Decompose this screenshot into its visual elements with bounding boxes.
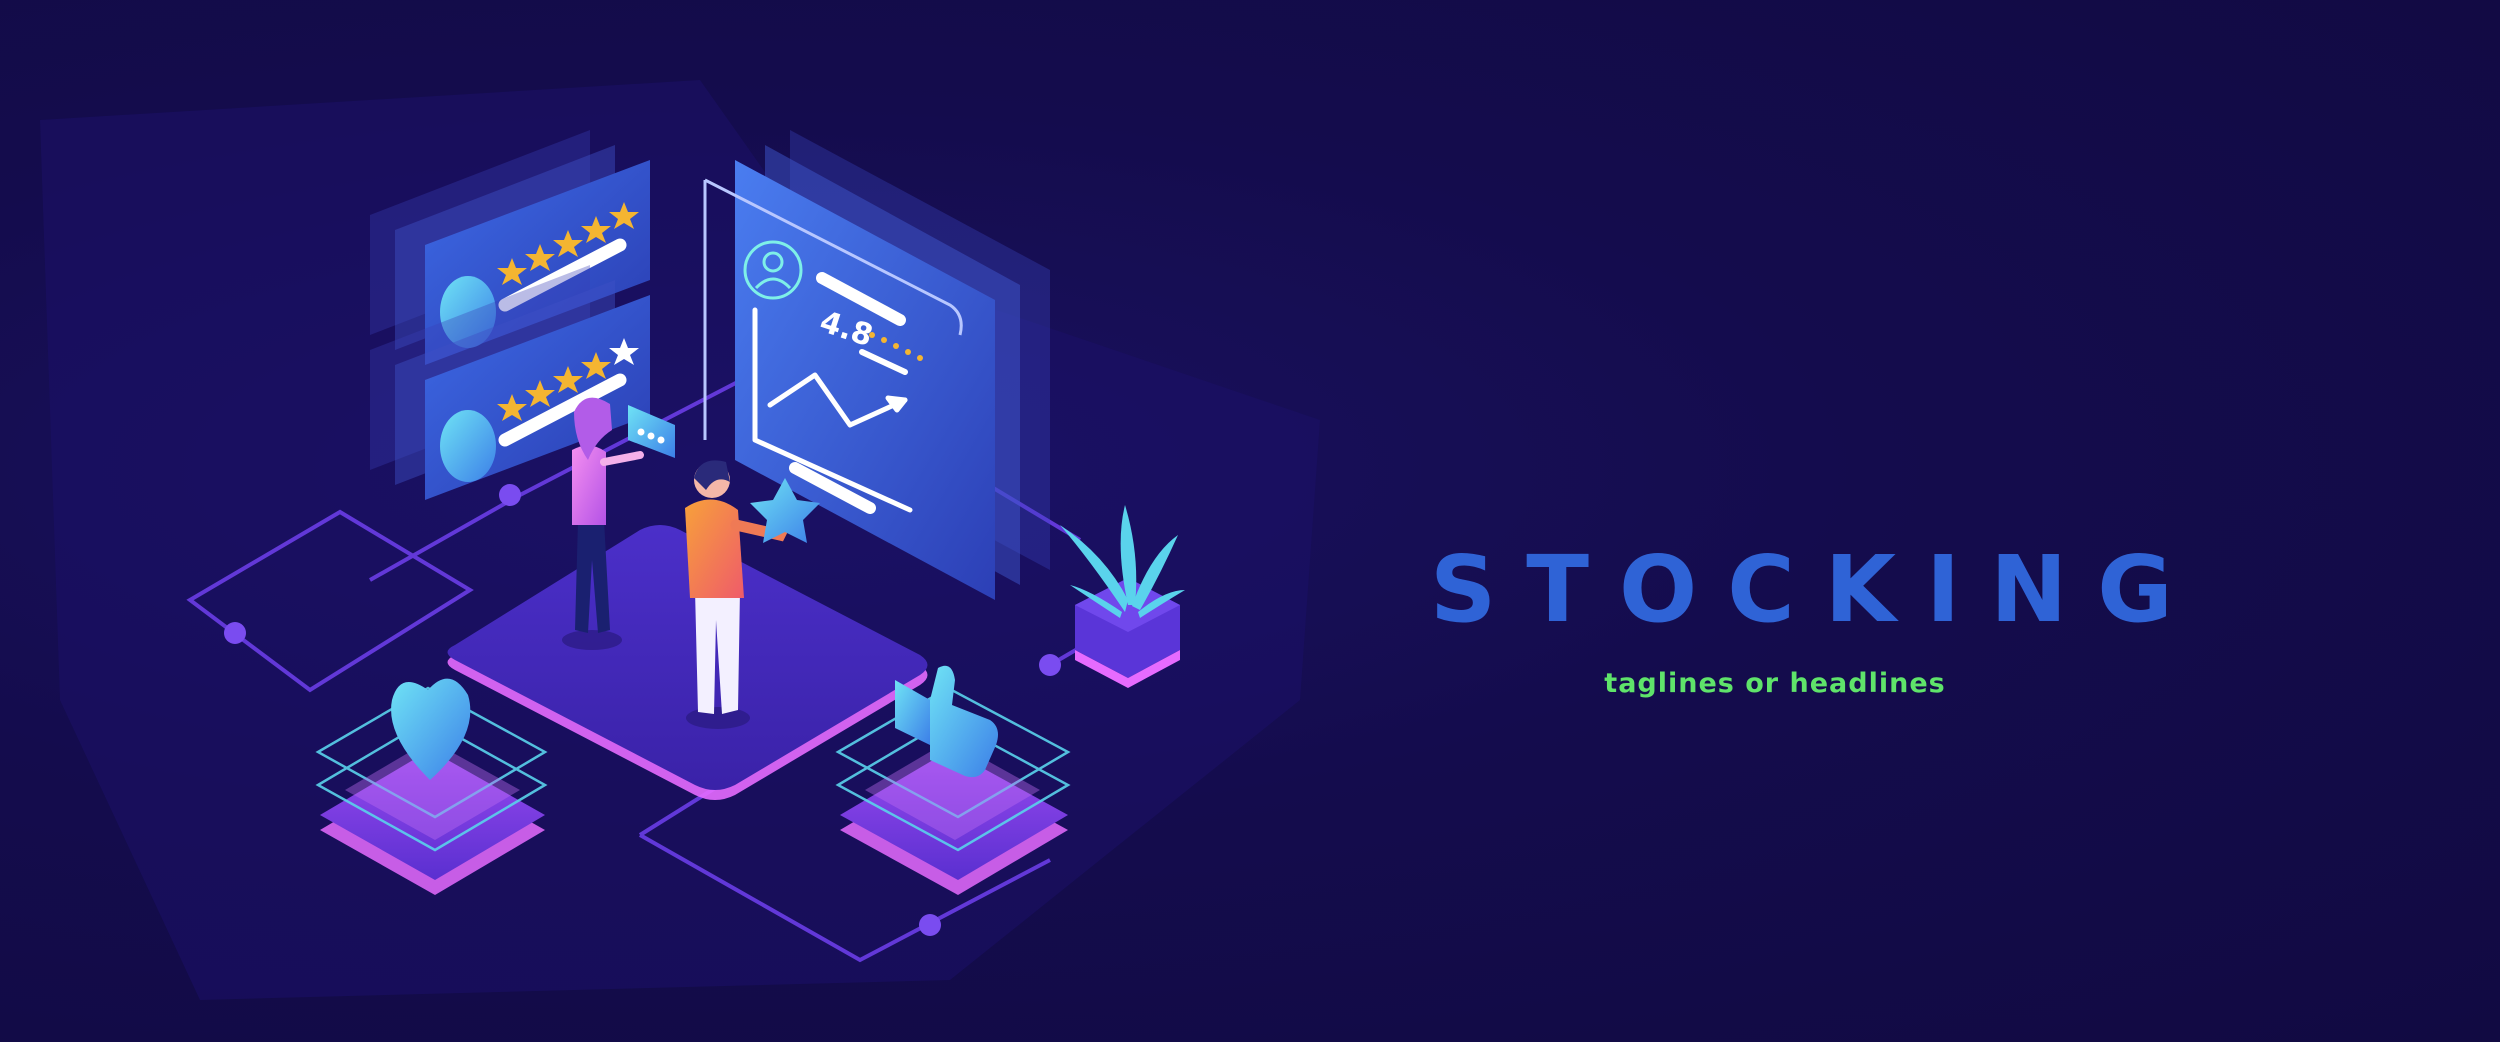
banner-canvas: 4.8 STOCKING taglines or headlines: [0, 0, 2500, 1042]
tagline-text: taglines or headlines: [1604, 668, 1946, 699]
headline-text: STOCKING: [1430, 536, 2203, 643]
isometric-review-illustration: 4.8: [40, 80, 1320, 1000]
avatar-circle: [440, 410, 496, 482]
